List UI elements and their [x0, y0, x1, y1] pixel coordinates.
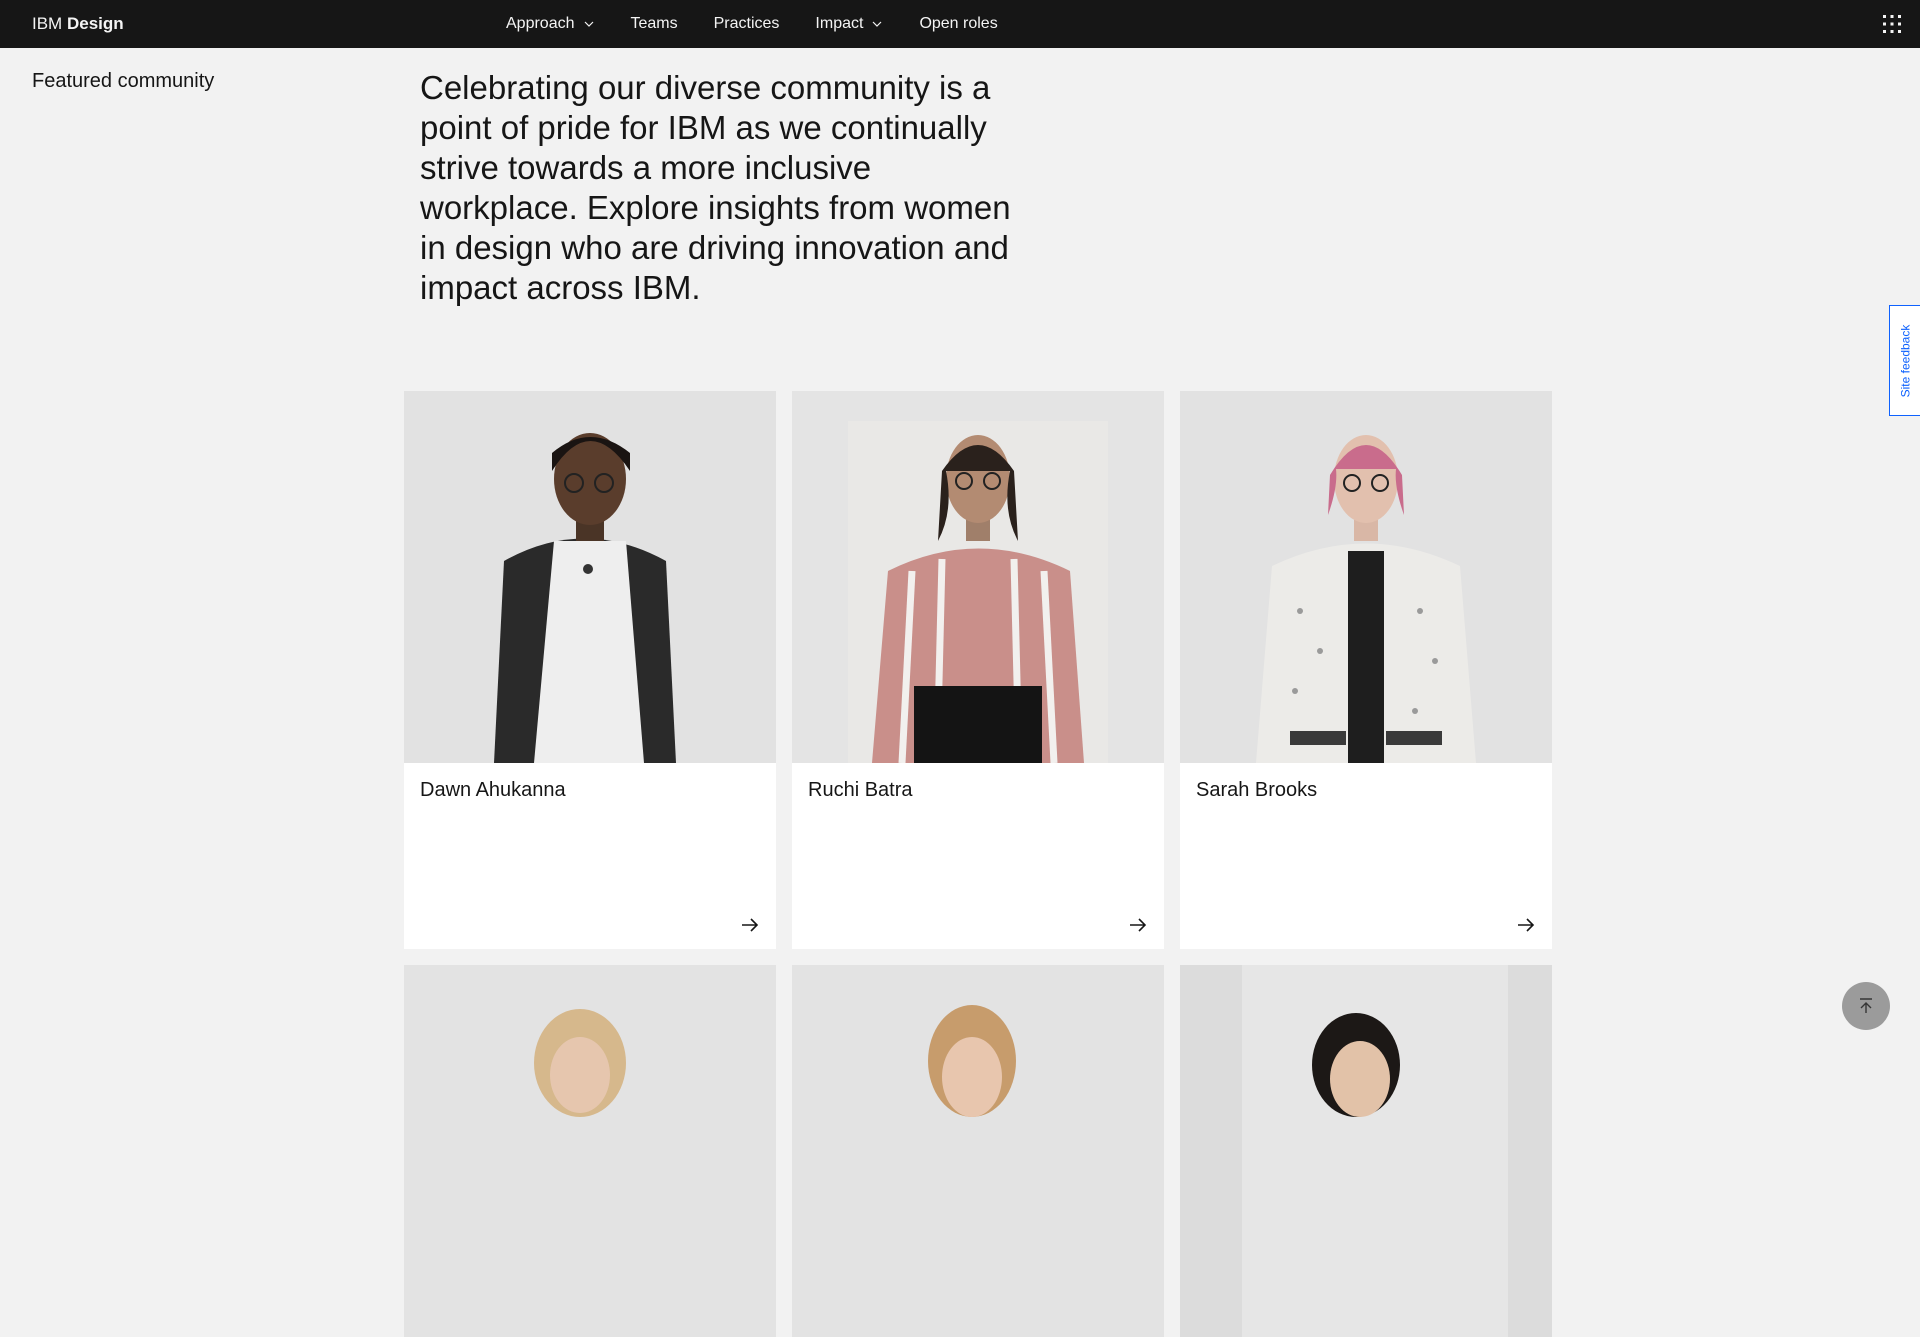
arrow-up-to-top-icon	[1860, 998, 1872, 1013]
portrait-image	[792, 965, 1164, 1337]
site-feedback-label: Site feedback	[1898, 324, 1912, 397]
profile-photo	[1180, 965, 1552, 1337]
profile-photo	[792, 965, 1164, 1337]
nav-item-practices[interactable]: Practices	[696, 0, 798, 48]
nav-item-label: Practices	[713, 15, 780, 32]
profile-card[interactable]: Dawn Ahukanna	[404, 391, 776, 949]
main-menu: Approach Teams Practices Impact Open rol…	[488, 0, 1016, 48]
nav-item-impact[interactable]: Impact	[797, 0, 901, 48]
profile-name: Dawn Ahukanna	[420, 779, 566, 801]
profile-photo	[404, 965, 776, 1337]
arrow-right-icon[interactable]	[1514, 913, 1538, 937]
portrait-image	[1180, 965, 1552, 1337]
back-to-top-button[interactable]	[1842, 982, 1890, 1030]
profile-name: Sarah Brooks	[1196, 779, 1318, 801]
profile-photo	[404, 391, 776, 763]
chevron-down-icon	[873, 21, 882, 27]
arrow-right-icon[interactable]	[1126, 913, 1150, 937]
nav-item-open-roles[interactable]: Open roles	[901, 0, 1015, 48]
app-switcher-grid-icon[interactable]	[1880, 12, 1904, 36]
site-feedback-button[interactable]: Site feedback	[1889, 305, 1920, 416]
brand-logo[interactable]: IBM Design	[32, 0, 124, 48]
profile-photo	[1180, 391, 1552, 763]
profile-card[interactable]: Ruchi Batra	[792, 391, 1164, 949]
top-navigation: IBM Design Approach Teams Practices Impa…	[0, 0, 1920, 48]
nav-item-approach[interactable]: Approach	[488, 0, 613, 48]
profile-card[interactable]	[792, 965, 1164, 1337]
profile-name: Ruchi Batra	[808, 779, 913, 801]
portrait-image	[792, 391, 1164, 763]
portrait-image	[1180, 391, 1552, 763]
nav-item-label: Approach	[506, 15, 575, 32]
brand-prefix: IBM	[32, 14, 63, 33]
profile-card[interactable]: Sarah Brooks	[1180, 391, 1552, 949]
brand-name: Design	[66, 14, 124, 33]
portrait-image	[404, 391, 776, 763]
arrow-right-icon[interactable]	[738, 913, 762, 937]
profile-photo	[792, 391, 1164, 763]
intro-paragraph: Celebrating our diverse community is a p…	[420, 69, 1011, 306]
nav-item-label: Open roles	[919, 15, 998, 32]
profile-card[interactable]	[404, 965, 776, 1337]
nav-item-label: Impact	[815, 15, 864, 32]
nav-item-label: Teams	[630, 15, 678, 32]
chevron-down-icon	[584, 21, 593, 27]
portrait-image	[404, 965, 776, 1337]
nav-item-teams[interactable]: Teams	[613, 0, 696, 48]
profile-card[interactable]	[1180, 965, 1552, 1337]
section-label: Featured community	[32, 70, 215, 92]
